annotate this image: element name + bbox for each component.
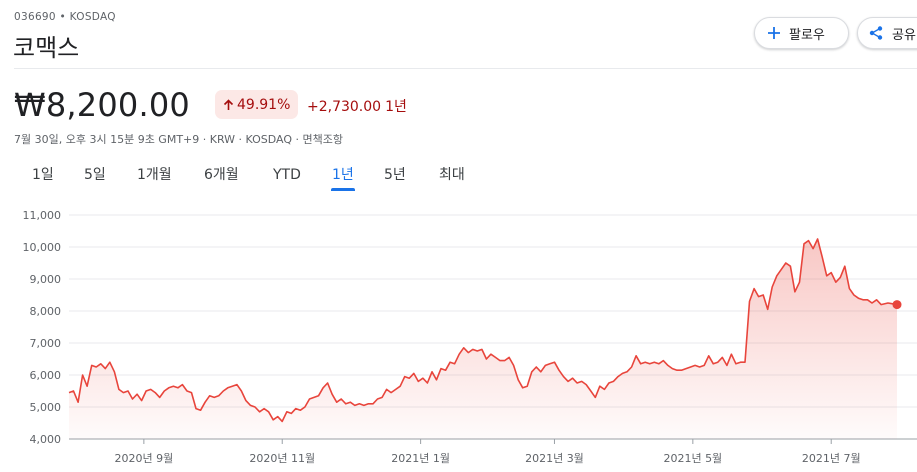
tab-1d[interactable]: 1일 [32,165,54,193]
y-tick-label: 5,000 [30,401,62,414]
active-tab-indicator [331,188,355,191]
y-tick-label: 7,000 [30,337,62,350]
tab-ytd[interactable]: YTD [273,165,301,193]
price-area [69,239,897,439]
ticker-label: 036690 • KOSDAQ [14,11,116,23]
tab-label: 1년 [332,167,354,183]
x-tick-label: 2020년 11월 [249,452,315,465]
x-tick-label: 2021년 3월 [525,452,584,465]
change-period: 1년 [385,99,407,115]
range-tabs: 1일 5일 1개월 6개월 YTD 1년 5년 최대 [0,165,917,193]
share-button[interactable]: 공유 [857,17,917,49]
quote-meta: 7월 30일, 오후 3시 15분 9초 GMT+9 · KRW · KOSDA… [14,133,344,146]
price-chart[interactable]: 4,000 5,000 6,000 7,000 8,000 9,000 10,000 11,0… [0,200,917,472]
share-icon [868,25,884,41]
x-tick-label: 2021년 5월 [663,452,722,465]
share-button-label: 공유 [892,27,916,43]
tab-5d[interactable]: 5일 [84,165,106,193]
y-tick-label: 6,000 [30,369,62,382]
y-tick-label: 8,000 [30,305,62,318]
y-tick-label: 9,000 [30,273,62,286]
tab-6m[interactable]: 6개월 [204,165,239,193]
tab-label: 5일 [84,167,106,183]
follow-button-label: 팔로우 [789,27,825,43]
arrow-up-icon [223,98,234,111]
change-absolute-row: +2,730.00 1년 [307,96,407,116]
y-tick-label: 10,000 [23,241,62,254]
x-tick-label: 2021년 7월 [802,452,861,465]
tab-label: 1개월 [137,167,172,183]
change-absolute: +2,730.00 [307,99,382,115]
tab-label: 최대 [439,167,465,183]
plus-icon [767,26,781,40]
tab-1y[interactable]: 1년 [331,165,355,193]
tab-label: 1일 [32,167,54,183]
tab-5y[interactable]: 5년 [384,165,406,193]
tab-label: 5년 [384,167,406,183]
change-percent-chip: 49.91% [215,90,299,119]
tab-label: YTD [273,167,301,183]
x-tick-label: 2021년 1월 [391,452,450,465]
x-tick-label: 2020년 9월 [114,452,173,465]
last-price-dot [892,300,902,310]
y-tick-label: 11,000 [23,209,62,222]
stock-name: 코맥스 [13,34,80,62]
header-divider [14,68,917,69]
tab-label: 6개월 [204,167,239,183]
tab-1m[interactable]: 1개월 [137,165,172,193]
change-percent: 49.91% [237,96,291,113]
y-tick-label: 4,000 [30,433,62,446]
follow-button[interactable]: 팔로우 [754,17,849,49]
tab-max[interactable]: 최대 [439,165,465,193]
current-price: ₩8,200.00 [14,86,190,124]
